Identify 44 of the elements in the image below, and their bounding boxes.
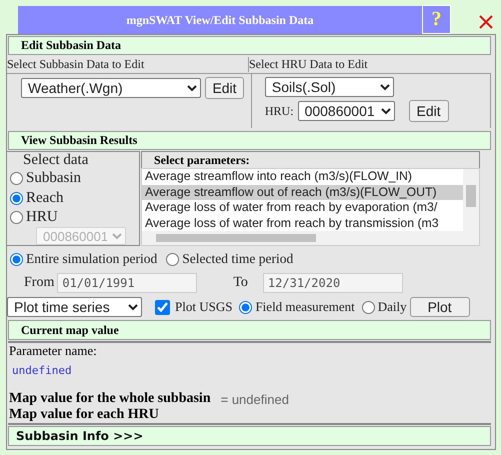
whole-subbasin-value: = undefined <box>220 392 289 406</box>
hru-data-select[interactable]: Soils(.Sol) <box>264 77 394 97</box>
data-radio[interactable] <box>10 192 23 205</box>
subbasin-edit-label: Select Subbasin Data to Edit <box>7 56 146 72</box>
select-data-label: Select data <box>22 152 90 170</box>
radio-label: Daily <box>378 299 407 315</box>
window-title: mgnSWAT View/Edit Subbasin Data <box>18 6 422 34</box>
parameter-value: undefined <box>12 364 73 377</box>
radio-label: Selected time period <box>182 251 294 267</box>
section-header: Current map value <box>8 320 491 340</box>
from-label: From <box>24 274 54 290</box>
plot-button[interactable]: Plot <box>410 297 470 317</box>
measure-radio[interactable] <box>362 300 375 314</box>
hru-select[interactable]: 000860001 <box>298 101 395 121</box>
parameter-name-label: Parameter name: <box>9 343 98 359</box>
parameter-list[interactable]: Average streamflow into reach (m3/s)(FLOW_IN) Average streamflow out of reach (m3/s)(FLOW_OUT) Average loss of water from reach by evaporation (m3/ Average loss of water from reach by transmission (m3 <box>141 168 480 246</box>
radio-label: Subbasin <box>26 170 82 188</box>
edit-button[interactable]: Edit <box>205 77 244 99</box>
radio-label: HRU <box>26 208 58 226</box>
plot-type-select[interactable]: Plot time series <box>7 297 142 317</box>
measure-radio[interactable] <box>239 300 252 314</box>
to-date-field[interactable]: 12/31/2020 <box>262 272 403 292</box>
subbasin-data-select[interactable]: Weather(.Wgn) <box>21 78 201 98</box>
section-header: View Subbasin Results <box>8 131 491 150</box>
plot-usgs-label: Plot USGS <box>175 299 232 315</box>
edit-button[interactable]: Edit <box>408 100 449 122</box>
radio-label: Field measurement <box>255 299 355 315</box>
data-radio[interactable] <box>10 210 23 224</box>
hru-edit-label: Select HRU Data to Edit <box>248 56 368 72</box>
parameter-item[interactable]: Average streamflow out of reach (m3/s)(FLOW_OUT) <box>142 184 463 200</box>
subbasin-info-button[interactable]: Subbasin Info >>> <box>8 426 491 446</box>
hru-label: HRU: <box>264 104 294 118</box>
from-date-field[interactable]: 01/01/1991 <box>57 272 198 292</box>
section-header: Edit Subbasin Data <box>8 36 491 55</box>
period-radio[interactable] <box>166 252 180 266</box>
radio-label: Reach <box>26 190 64 207</box>
to-label: To <box>233 274 248 290</box>
radio-label: Entire simulation period <box>26 251 158 267</box>
each-hru-label: Map value for each HRU <box>9 407 160 423</box>
data-radio[interactable] <box>10 172 23 186</box>
whole-subbasin-label: Map value for the whole subbasin <box>9 391 211 407</box>
close-icon[interactable] <box>478 14 494 30</box>
period-radio[interactable] <box>10 252 23 266</box>
plot-usgs-checkbox[interactable] <box>155 300 170 314</box>
